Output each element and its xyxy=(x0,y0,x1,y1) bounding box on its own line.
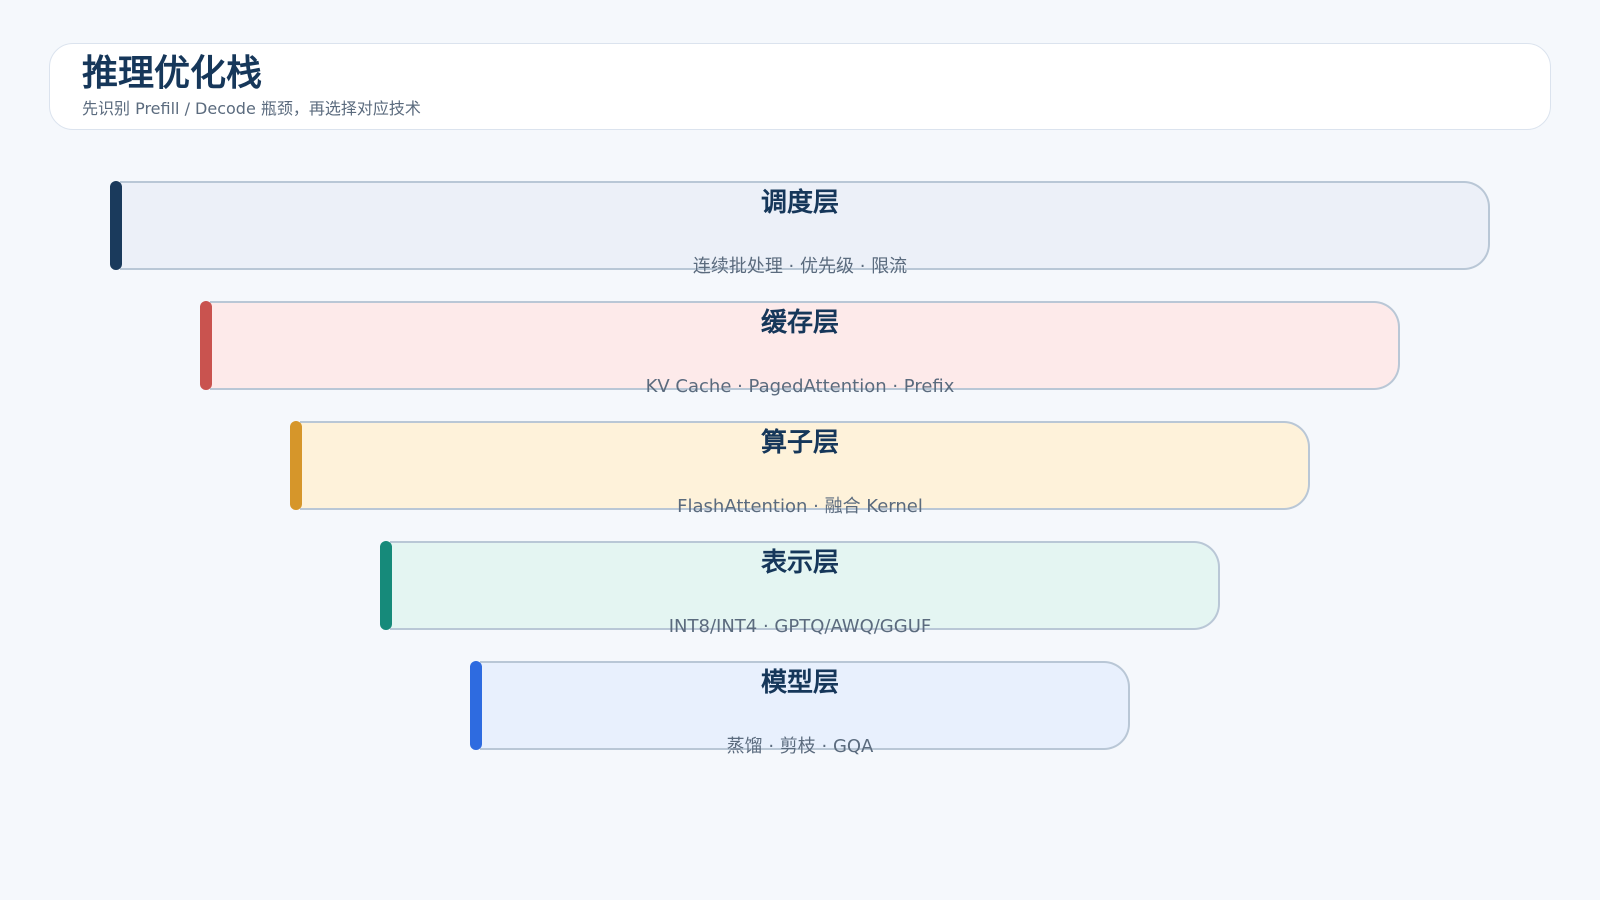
layer-cache-label: 缓存层 xyxy=(760,308,839,338)
layer-cache-desc: KV Cache · PagedAttention · Prefix xyxy=(645,376,955,397)
layer-model-desc: 蒸馏 · 剪枝 · GQA xyxy=(726,736,874,757)
layer-operator-desc: FlashAttention · 融合 Kernel xyxy=(677,496,923,517)
page-title: 推理优化栈 xyxy=(82,53,263,94)
layer-operator-label: 算子层 xyxy=(760,428,839,458)
layer-model-label: 模型层 xyxy=(760,668,839,698)
layer-representation-label: 表示层 xyxy=(760,548,839,578)
layer-representation-desc: INT8/INT4 · GPTQ/AWQ/GGUF xyxy=(668,616,932,637)
header-card: 推理优化栈 先识别 Prefill / Decode 瓶颈，再选择对应技术 xyxy=(49,43,1551,130)
layer-scheduling-desc: 连续批处理 · 优先级 · 限流 xyxy=(692,256,908,277)
layer-scheduling-label: 调度层 xyxy=(760,188,839,218)
page-subtitle: 先识别 Prefill / Decode 瓶颈，再选择对应技术 xyxy=(82,99,421,118)
